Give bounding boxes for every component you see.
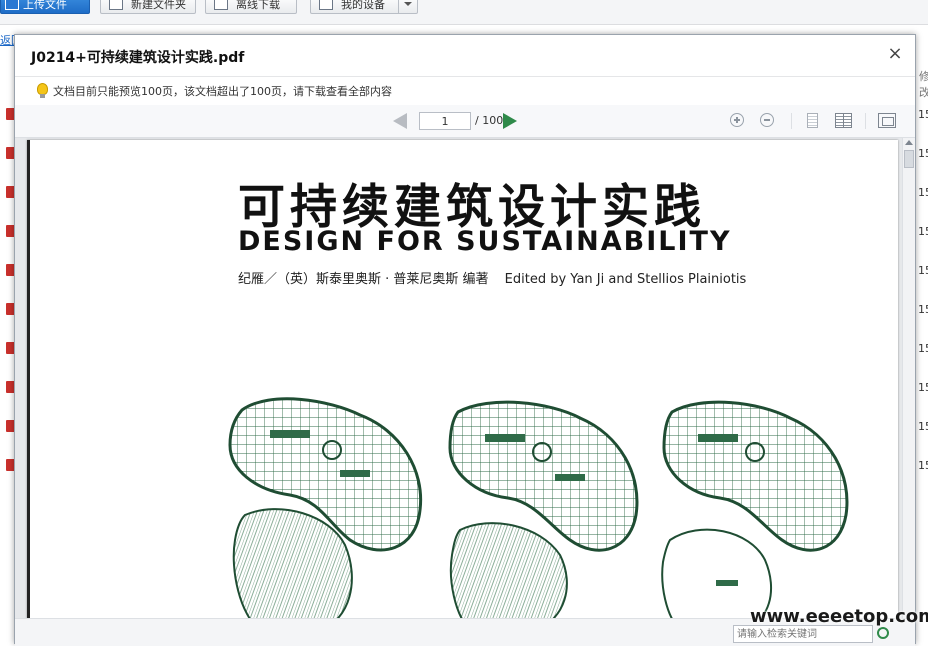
upload-icon — [5, 0, 19, 10]
double-page-view-icon[interactable] — [835, 113, 852, 128]
site-watermark: www.eeeetop.com — [750, 606, 928, 627]
document-scrollbar[interactable] — [902, 138, 915, 618]
scrollbar-thumb[interactable] — [904, 150, 914, 168]
chevron-down-icon[interactable] — [398, 0, 417, 13]
notice-text: 文档目前只能预览100页，该文档超出了100页，请下载查看全部内容 — [53, 85, 392, 98]
toolbar-divider — [865, 113, 866, 129]
modified-date: 15 — [918, 147, 928, 160]
toolbar-divider — [791, 113, 792, 129]
pdf-page: 可持续建筑设计实践 DESIGN FOR SUSTAINABILITY 纪雁／（… — [27, 140, 898, 618]
folder-icon — [109, 0, 123, 10]
zoom-out-icon[interactable] — [760, 113, 774, 127]
modified-date: 15 — [918, 381, 928, 394]
search-input[interactable] — [733, 625, 873, 643]
next-page-icon[interactable] — [503, 113, 517, 129]
authors-chinese: 纪雁／（英）斯泰里奥斯 · 普莱尼奥斯 编著 — [238, 272, 489, 287]
offline-download-button[interactable]: 离线下载 — [205, 0, 297, 14]
single-page-view-icon[interactable] — [807, 113, 818, 128]
upload-label: 上传文件 — [23, 0, 67, 11]
modified-date: 15 — [918, 225, 928, 238]
zoom-in-icon[interactable] — [730, 113, 744, 127]
modified-date: 15 — [918, 420, 928, 433]
viewer-toolbar: / 100 — [15, 105, 915, 138]
upload-button[interactable]: 上传文件 — [0, 0, 90, 14]
lightbulb-icon — [37, 83, 48, 98]
modified-date: 15 — [918, 108, 928, 121]
book-title-english: DESIGN FOR SUSTAINABILITY — [238, 226, 732, 257]
book-authors: 纪雁／（英）斯泰里奥斯 · 普莱尼奥斯 编著 Edited by Yan Ji … — [238, 268, 746, 287]
prev-page-icon[interactable] — [393, 113, 407, 129]
modified-date: 15 — [918, 264, 928, 277]
device-icon — [319, 0, 333, 10]
modified-column-header[interactable]: 修改 — [919, 68, 928, 100]
main-toolbar: 上传文件 新建文件夹 离线下载 我的设备 — [0, 0, 928, 25]
file-list-right-edge: 修改 15 15 15 15 15 15 15 15 15 15 — [917, 62, 928, 639]
floor-plan-illustration — [228, 397, 849, 618]
device-label: 我的设备 — [341, 0, 385, 11]
preview-limit-notice: 文档目前只能预览100页，该文档超出了100页，请下载查看全部内容 — [15, 76, 915, 106]
search-icon[interactable] — [877, 627, 889, 639]
dialog-title: J0214+可持续建筑设计实践.pdf — [31, 50, 245, 66]
page-number-input[interactable] — [419, 112, 471, 130]
fullscreen-icon[interactable] — [878, 113, 896, 128]
offline-label: 离线下载 — [236, 0, 280, 11]
new-folder-button[interactable]: 新建文件夹 — [100, 0, 196, 14]
pdf-preview-dialog: J0214+可持续建筑设计实践.pdf × 文档目前只能预览100页，该文档超出… — [14, 34, 916, 646]
close-icon[interactable]: × — [887, 45, 903, 63]
document-viewport[interactable]: 可持续建筑设计实践 DESIGN FOR SUSTAINABILITY 纪雁／（… — [15, 138, 902, 618]
modified-date: 15 — [918, 459, 928, 472]
modified-date: 15 — [918, 186, 928, 199]
authors-english: Edited by Yan Ji and Stellios Plainiotis — [504, 272, 747, 287]
page-total: / 100 — [475, 114, 504, 127]
download-icon — [214, 0, 228, 10]
modified-date: 15 — [918, 303, 928, 316]
my-device-button[interactable]: 我的设备 — [310, 0, 418, 14]
new-folder-label: 新建文件夹 — [131, 0, 186, 11]
modified-date: 15 — [918, 342, 928, 355]
scroll-up-icon[interactable] — [905, 140, 913, 145]
